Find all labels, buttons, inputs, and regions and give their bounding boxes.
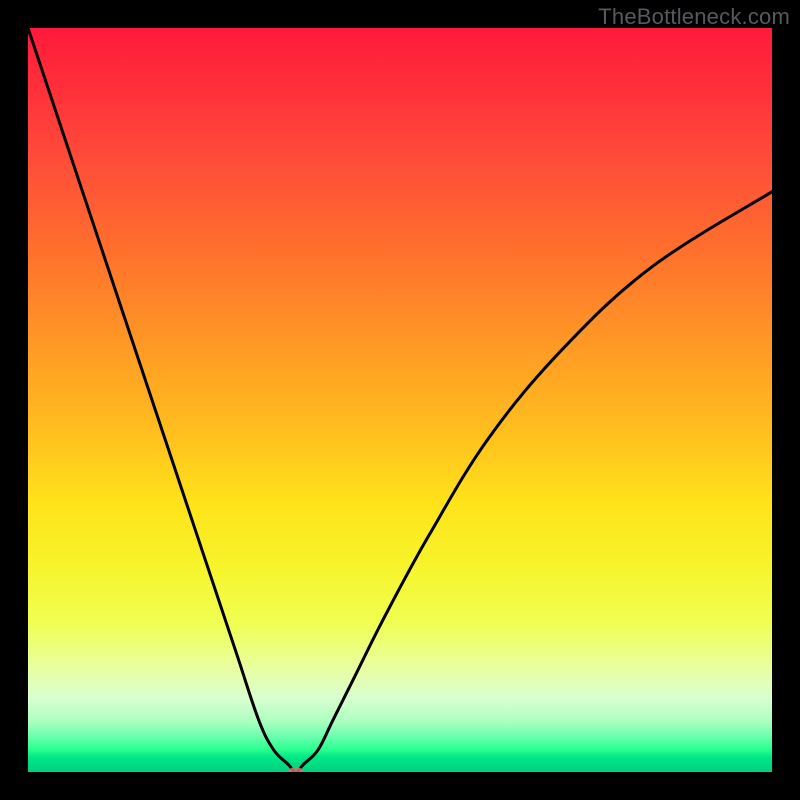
bottleneck-curve — [28, 28, 772, 772]
chart-svg — [28, 28, 772, 772]
chart-area — [28, 28, 772, 772]
watermark-text: TheBottleneck.com — [598, 4, 790, 30]
